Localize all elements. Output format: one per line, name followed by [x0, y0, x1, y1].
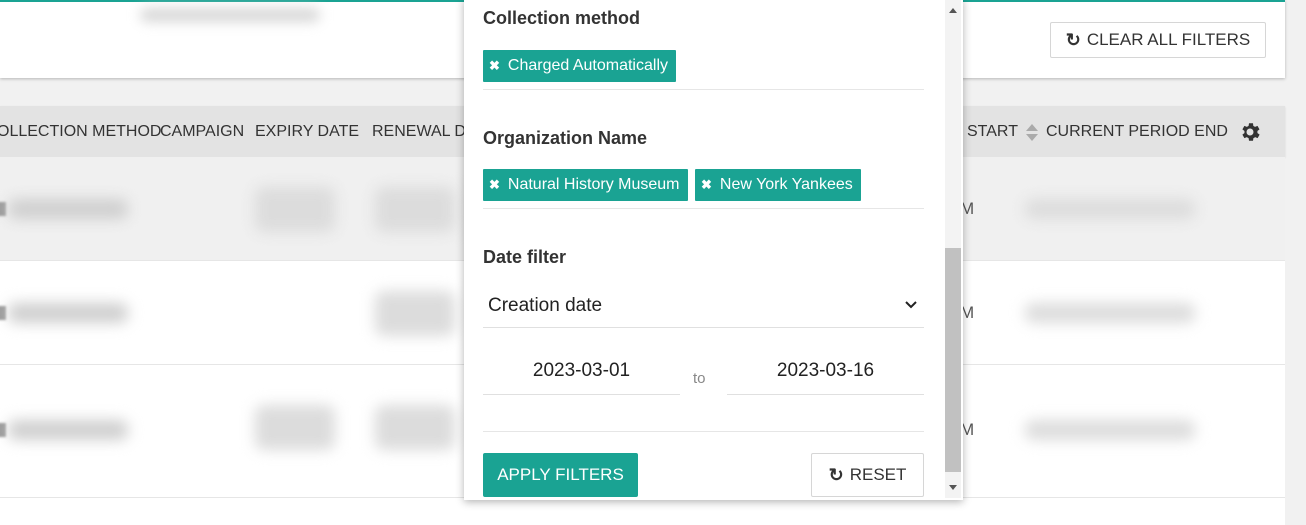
chip-label: Charged Automatically [507, 57, 668, 74]
close-icon[interactable]: ✖ [489, 177, 500, 193]
date-filter-label: Date filter [483, 247, 567, 267]
refresh-icon: ↻ [1065, 29, 1081, 50]
blurred-cell [375, 291, 455, 336]
close-icon[interactable]: ✖ [489, 58, 500, 74]
panel-scrollbar[interactable] [945, 0, 961, 498]
filter-chip-new-york-yankees[interactable]: ✖ New York Yankees [695, 169, 861, 201]
chip-label: Natural History Museum [507, 176, 680, 193]
reset-label: RESET [849, 465, 907, 484]
sort-icon[interactable] [1026, 124, 1038, 141]
date-filter-select[interactable]: Creation date [483, 285, 924, 328]
column-header-current-period-start[interactable]: START [967, 123, 1018, 141]
divider [483, 208, 924, 209]
date-filter-selected: Creation date [488, 295, 603, 316]
collection-method-label: Collection method [483, 8, 640, 28]
gear-icon[interactable] [1238, 120, 1262, 144]
blurred-cell [255, 187, 335, 232]
blurred-cell [8, 303, 128, 323]
column-header-current-period-end[interactable]: CURRENT PERIOD END [1046, 123, 1228, 141]
blurred-cell [8, 420, 128, 440]
filter-chip-charged-automatically[interactable]: ✖ Charged Automatically [483, 50, 676, 82]
filter-panel: Collection method ✖ Charged Automaticall… [464, 0, 963, 500]
blurred-cell [1025, 199, 1195, 219]
row-icon [0, 423, 6, 437]
blurred-cell [8, 199, 128, 219]
blurred-cell [1025, 420, 1195, 440]
blurred-cell [1025, 303, 1195, 323]
scroll-up-arrow[interactable] [949, 8, 957, 13]
filter-chip-natural-history-museum[interactable]: ✖ Natural History Museum [483, 169, 688, 201]
clear-all-filters-button[interactable]: ↻ CLEAR ALL FILTERS [1050, 22, 1266, 58]
row-icon [0, 306, 6, 320]
divider [483, 89, 924, 90]
apply-filters-button[interactable]: APPLY FILTERS [483, 453, 638, 497]
blurred-cell [255, 405, 335, 450]
column-header-campaign[interactable]: CAMPAIGN [160, 123, 244, 141]
scroll-thumb[interactable] [945, 248, 961, 472]
refresh-icon: ↻ [828, 464, 844, 485]
date-to-input[interactable]: 2023-03-16 [727, 348, 924, 395]
date-from-input[interactable]: 2023-03-01 [483, 348, 680, 395]
reset-button[interactable]: ↻ RESET [811, 453, 924, 497]
column-header-collection-method[interactable]: OLLECTION METHOD [0, 123, 161, 141]
close-icon[interactable]: ✖ [701, 177, 712, 193]
column-header-renewal-date[interactable]: RENEWAL DA [372, 123, 477, 141]
clear-all-filters-label: CLEAR ALL FILTERS [1086, 30, 1251, 49]
blurred-cell [375, 405, 455, 450]
date-range-to-label: to [693, 370, 706, 387]
row-icon [0, 202, 6, 216]
column-header-expiry-date[interactable]: EXPIRY DATE [255, 123, 359, 141]
chevron-down-icon [905, 301, 917, 309]
chip-label: New York Yankees [719, 176, 853, 193]
blurred-content [140, 8, 320, 22]
blurred-cell [375, 187, 455, 232]
organization-name-label: Organization Name [483, 128, 648, 148]
divider [483, 431, 924, 432]
scroll-down-arrow[interactable] [949, 485, 957, 490]
